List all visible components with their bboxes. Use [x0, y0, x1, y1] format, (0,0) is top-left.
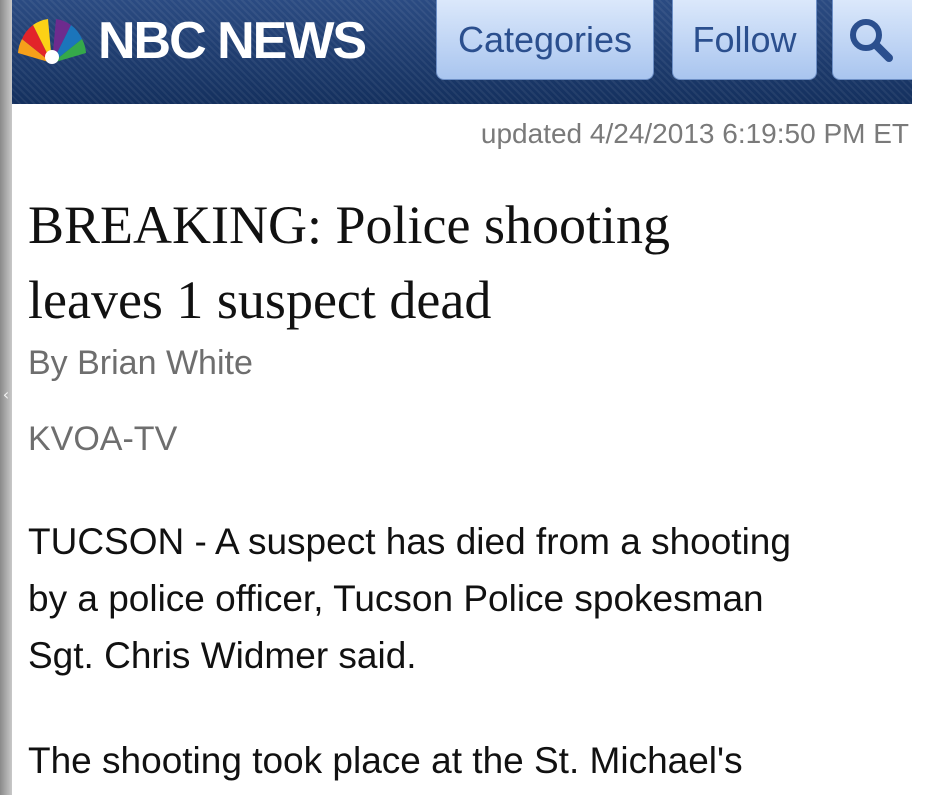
updated-timestamp: updated 4/24/2013 6:19:50 PM ET	[480, 118, 909, 149]
headline-line: BREAKING: Police shooting	[28, 195, 670, 255]
search-icon	[850, 18, 893, 62]
paragraph-line: by a police officer, Tucson Police spoke…	[28, 578, 764, 619]
paragraph-line: TUCSON - A suspect has died from a shoot…	[28, 521, 791, 562]
source: KVOA-TV	[28, 420, 178, 458]
logo-text: NBC NEWS	[98, 12, 367, 70]
site-header: NBC NEWS Categories Follow	[12, 0, 912, 104]
right-margin	[912, 0, 927, 795]
article-paragraph: The shooting took place at the St. Micha…	[28, 732, 908, 789]
search-button[interactable]	[832, 0, 912, 80]
categories-button[interactable]: Categories	[436, 0, 654, 80]
chevron-left-icon: ‹	[2, 385, 10, 404]
headline-line: leaves 1 suspect dead	[28, 270, 492, 330]
follow-button[interactable]: Follow	[672, 0, 817, 80]
article-headline: BREAKING: Police shooting leaves 1 suspe…	[28, 188, 878, 338]
left-edge: ‹	[0, 0, 12, 795]
article-paragraph: TUCSON - A suspect has died from a shoot…	[28, 513, 908, 684]
paragraph-line: Sgt. Chris Widmer said.	[28, 635, 417, 676]
byline: By Brian White	[28, 344, 253, 382]
nbc-news-logo[interactable]: NBC NEWS	[12, 6, 367, 76]
nbc-peacock-icon	[18, 19, 86, 64]
paragraph-line: The shooting took place at the St. Micha…	[28, 740, 743, 781]
